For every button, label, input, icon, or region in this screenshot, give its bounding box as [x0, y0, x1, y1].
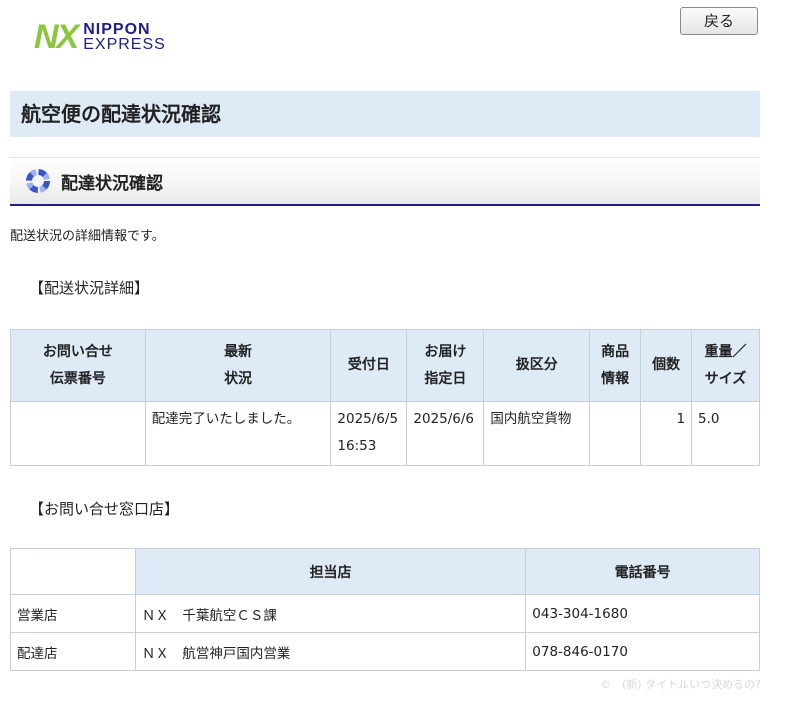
- tracking-no-cell: [10, 401, 146, 466]
- store-type-cell: 営業店: [10, 594, 136, 633]
- store-type-cell: 配達店: [10, 632, 136, 671]
- detail-heading: 【配送状況詳細】: [29, 279, 150, 297]
- category-cell: 国内航空貨物: [483, 401, 591, 466]
- page-title: 航空便の配達状況確認: [10, 91, 760, 137]
- column-header-delivery-date: お届け 指定日: [406, 329, 485, 402]
- phone-cell: 043-304-1680: [525, 594, 760, 633]
- table-row: 配達完了いたしました。 2025/6/5 16:53 2025/6/6 国内航空…: [10, 401, 760, 466]
- table-header-row: お問い合せ 伝票番号 最新 状況 受付日 お届け 指定日 扱区分 商品 情報 個…: [10, 329, 760, 402]
- logo-line-2: EXPRESS: [83, 36, 166, 53]
- delivery-date-cell: 2025/6/6: [406, 401, 485, 466]
- column-header-count: 個数: [640, 329, 693, 402]
- column-header-category: 扱区分: [483, 329, 591, 402]
- back-button[interactable]: 戻る: [680, 7, 758, 35]
- column-header-type: [10, 548, 136, 595]
- nx-logo-mark: NX: [34, 18, 79, 56]
- product-info-cell: [589, 401, 642, 466]
- column-header-tracking-no: お問い合せ 伝票番号: [10, 329, 146, 402]
- table-row: 営業店 ＮＸ 千葉航空ＣＳ課 043-304-1680: [10, 594, 760, 633]
- weight-size-cell: 5.0: [691, 401, 760, 466]
- section-heading: 配達状況確認: [10, 157, 760, 206]
- contact-heading: 【お問い合せ窓口店】: [29, 500, 180, 518]
- column-header-status: 最新 状況: [144, 329, 332, 402]
- logo-wordmark: NIPPON EXPRESS: [83, 21, 166, 53]
- logo-mark-text: NX: [34, 18, 79, 56]
- count-cell: 1: [640, 401, 693, 466]
- delivery-detail-table: お問い合せ 伝票番号 最新 状況 受付日 お届け 指定日 扱区分 商品 情報 個…: [10, 329, 760, 466]
- phone-cell: 078-846-0170: [525, 632, 760, 671]
- store-name-cell: ＮＸ 千葉航空ＣＳ課: [134, 594, 527, 633]
- intro-text: 配送状況の詳細情報です。: [10, 229, 165, 244]
- contact-table: 担当店 電話番号 営業店 ＮＸ 千葉航空ＣＳ課 043-304-1680 配達店…: [10, 548, 760, 671]
- store-name-cell: ＮＸ 航営神戸国内営業: [134, 632, 527, 671]
- column-header-phone: 電話番号: [525, 548, 760, 595]
- nippon-express-logo: NX NIPPON EXPRESS: [34, 20, 166, 54]
- section-title: 配達状況確認: [61, 173, 163, 194]
- table-row: 配達店 ＮＸ 航営神戸国内営業 078-846-0170: [10, 632, 760, 671]
- column-header-product-info: 商品 情報: [589, 329, 642, 402]
- column-header-received: 受付日: [330, 329, 408, 402]
- column-header-store: 担当店: [134, 548, 527, 595]
- table-header-row: 担当店 電話番号: [10, 548, 760, 595]
- logo-line-1: NIPPON: [83, 21, 151, 38]
- status-cell: 配達完了いたしました。: [144, 401, 332, 466]
- column-header-weight-size: 重量／ サイズ: [691, 329, 760, 402]
- received-cell: 2025/6/5 16:53: [330, 401, 408, 466]
- footer-watermark: © (新) タイトルいつ決めるの？: [600, 678, 767, 691]
- ring-icon: [26, 169, 50, 193]
